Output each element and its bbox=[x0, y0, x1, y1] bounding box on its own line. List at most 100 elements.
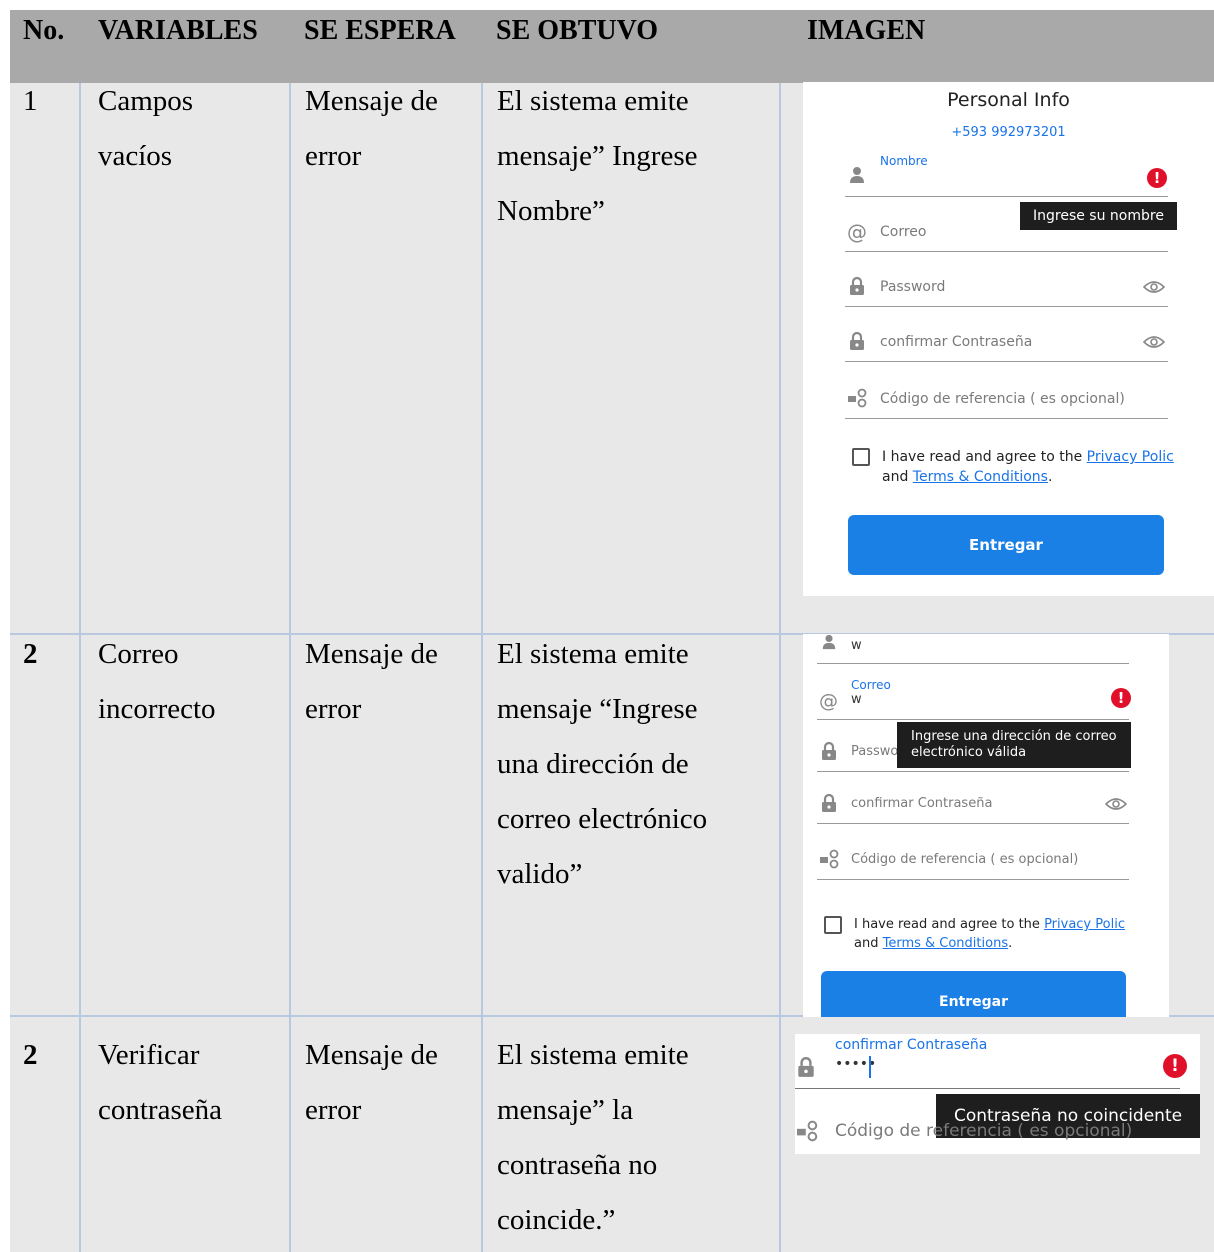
eye-icon[interactable] bbox=[1142, 279, 1166, 298]
name-field[interactable]: Nombre bbox=[845, 152, 1168, 197]
obtained-line: mensaje “Ingrese bbox=[497, 693, 698, 725]
expected-line: error bbox=[305, 140, 362, 172]
referral-placeholder: Código de referencia ( es opcional) bbox=[880, 391, 1125, 407]
email-value: w bbox=[851, 692, 862, 707]
obtained-line: El sistema emite bbox=[497, 638, 689, 670]
referral-code-field[interactable]: Código de referencia ( es opcional) bbox=[817, 840, 1129, 880]
obtained-line: valido” bbox=[497, 858, 583, 890]
lock-icon bbox=[797, 1056, 815, 1082]
lock-icon bbox=[849, 331, 865, 355]
variable-line: contraseña bbox=[98, 1094, 222, 1126]
variable-line: Campos bbox=[98, 85, 194, 117]
obtained-line: El sistema emite bbox=[497, 1039, 689, 1071]
terms-link[interactable]: Terms & Conditions bbox=[883, 936, 1009, 951]
submit-button[interactable]: Entregar bbox=[848, 515, 1164, 575]
obtained-line: coincide.” bbox=[497, 1204, 616, 1236]
agree-text-prefix: I have read and agree to the bbox=[854, 917, 1045, 932]
obtained-line: una dirección de bbox=[497, 748, 689, 780]
email-field[interactable]: @ Correo bbox=[845, 212, 1168, 252]
row-number: 2 bbox=[23, 1039, 38, 1071]
text-cursor bbox=[869, 1056, 871, 1078]
obtained-line: mensaje” Ingrese bbox=[497, 140, 698, 172]
confirm-password-placeholder: confirmar Contraseña bbox=[851, 796, 993, 811]
expected-line: Mensaje de bbox=[305, 638, 438, 670]
column-divider bbox=[289, 83, 291, 1252]
obtained-line: correo electrónico bbox=[497, 803, 708, 835]
password-placeholder: Password bbox=[880, 279, 946, 295]
privacy-policy-link[interactable]: Privacy Polic bbox=[1087, 449, 1174, 465]
error-icon: ! bbox=[1111, 688, 1131, 708]
screenshot-invalid-email: w @ Correo w ! Passwo Ingrese una direcc… bbox=[803, 634, 1169, 1017]
phone-number: +593 992973201 bbox=[951, 125, 1066, 140]
email-error-line: Ingrese una dirección de correo bbox=[911, 729, 1117, 744]
referral-icon bbox=[847, 388, 869, 412]
referral-code-field[interactable]: Código de referencia ( es opcional) bbox=[845, 379, 1168, 419]
lock-icon bbox=[821, 741, 837, 765]
expected-line: Mensaje de bbox=[305, 85, 438, 117]
column-divider bbox=[481, 83, 483, 1252]
agree-checkbox[interactable] bbox=[852, 448, 870, 466]
eye-icon[interactable] bbox=[1104, 796, 1128, 815]
screenshot-password-mismatch: confirmar Contraseña ••••• ! Contraseña … bbox=[795, 1034, 1200, 1154]
obtained-line: Nombre” bbox=[497, 195, 605, 227]
agree-text: I have read and agree to the Privacy Pol… bbox=[854, 915, 1125, 953]
terms-link[interactable]: Terms & Conditions bbox=[913, 469, 1048, 485]
agree-text-prefix: I have read and agree to the bbox=[882, 449, 1087, 465]
agree-period: . bbox=[1047, 469, 1053, 485]
referral-code-field[interactable]: Código de referencia ( es opcional) bbox=[795, 1109, 1180, 1149]
expected-line: Mensaje de bbox=[305, 1039, 438, 1071]
column-divider bbox=[79, 83, 81, 1252]
lock-icon bbox=[849, 276, 865, 300]
confirm-password-placeholder: confirmar Contraseña bbox=[880, 334, 1033, 350]
at-icon: @ bbox=[819, 690, 838, 712]
obtained-line: El sistema emite bbox=[497, 85, 689, 117]
header-variables: VARIABLES bbox=[98, 15, 258, 46]
email-placeholder: Correo bbox=[880, 224, 927, 240]
lock-icon bbox=[821, 793, 837, 817]
eye-icon[interactable] bbox=[1142, 334, 1166, 353]
email-error-tooltip: Ingrese una dirección de correo electrón… bbox=[897, 722, 1131, 768]
email-field[interactable]: @ Correo w bbox=[817, 676, 1129, 720]
variable-line: vacíos bbox=[98, 140, 173, 172]
agree-and-text: and bbox=[882, 469, 913, 485]
email-label: Correo bbox=[851, 678, 891, 692]
email-error-line: electrónico válida bbox=[911, 745, 1027, 760]
referral-placeholder: Código de referencia ( es opcional) bbox=[835, 1121, 1133, 1141]
column-divider bbox=[779, 83, 781, 1252]
password-field[interactable]: Password bbox=[845, 267, 1168, 307]
confirm-password-label: confirmar Contraseña bbox=[835, 1037, 988, 1053]
expected-line: error bbox=[305, 693, 362, 725]
table-header: No. VARIABLES SE ESPERA SE OBTUVO IMAGEN bbox=[10, 10, 1214, 83]
header-se-obtuvo: SE OBTUVO bbox=[496, 15, 659, 46]
user-icon bbox=[821, 634, 837, 654]
expected-line: error bbox=[305, 1094, 362, 1126]
submit-button[interactable]: Entregar bbox=[821, 971, 1126, 1017]
referral-icon bbox=[819, 849, 841, 873]
agree-checkbox[interactable] bbox=[824, 916, 842, 934]
confirm-password-field[interactable]: confirmar Contraseña bbox=[817, 784, 1129, 824]
variable-line: Correo bbox=[98, 638, 179, 670]
error-icon: ! bbox=[1147, 168, 1167, 188]
header-no: No. bbox=[23, 15, 65, 46]
row-number: 1 bbox=[23, 85, 38, 117]
screenshot-personal-info: Personal Info +593 992973201 Nombre ! In… bbox=[803, 82, 1214, 596]
confirm-password-field[interactable]: confirmar Contraseña bbox=[845, 322, 1168, 362]
referral-icon bbox=[795, 1120, 821, 1146]
variable-line: Verificar bbox=[98, 1039, 200, 1071]
at-icon: @ bbox=[847, 220, 867, 244]
obtained-line: mensaje” la bbox=[497, 1094, 634, 1126]
header-imagen: IMAGEN bbox=[807, 15, 926, 46]
agree-period: . bbox=[1008, 936, 1013, 951]
name-field[interactable]: w bbox=[817, 634, 1129, 664]
name-label: Nombre bbox=[880, 154, 928, 168]
variable-line: incorrecto bbox=[98, 693, 216, 725]
privacy-policy-link[interactable]: Privacy Polic bbox=[1044, 917, 1125, 932]
agree-and-text: and bbox=[854, 936, 883, 951]
agree-text: I have read and agree to the Privacy Pol… bbox=[882, 447, 1174, 487]
row-number: 2 bbox=[23, 638, 38, 670]
obtained-line: contraseña no bbox=[497, 1149, 658, 1181]
personal-info-title: Personal Info bbox=[947, 89, 1070, 111]
confirm-password-field[interactable]: confirmar Contraseña ••••• bbox=[795, 1034, 1180, 1089]
name-value: w bbox=[851, 638, 862, 653]
user-icon bbox=[849, 166, 865, 188]
